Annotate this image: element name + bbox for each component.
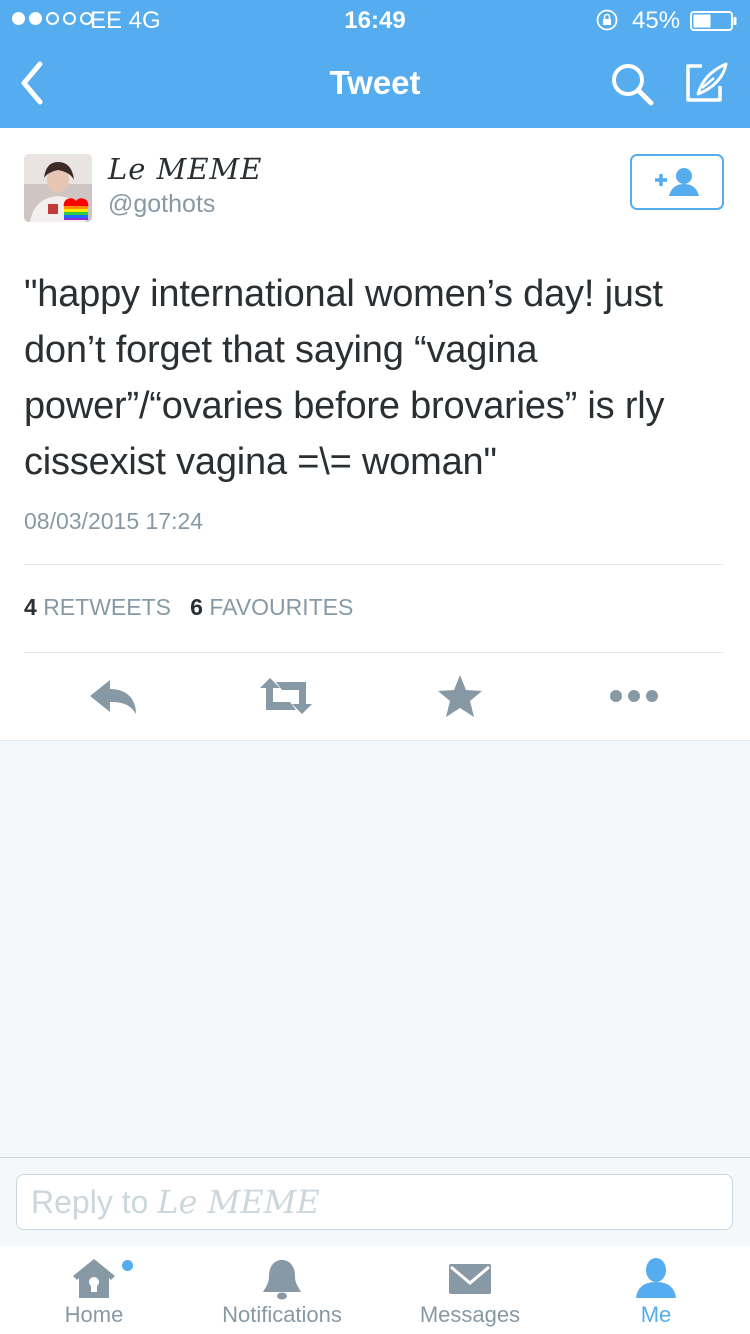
tab-messages[interactable]: Messages [376, 1246, 564, 1334]
avatar[interactable] [24, 154, 92, 222]
tweet-timestamp: 08/03/2015 17:24 [24, 508, 204, 534]
tab-notifications[interactable]: Notifications [188, 1246, 376, 1334]
search-icon[interactable] [608, 60, 656, 108]
tab-home-label: Home [64, 1302, 124, 1327]
tab-notifications-label: Notifications [222, 1302, 342, 1327]
tab-home[interactable]: Home [0, 1246, 188, 1334]
reply-placeholder-name: Le MEME [157, 1183, 320, 1221]
rotation-lock-icon [596, 9, 618, 31]
favourites-count: 6 [190, 594, 203, 620]
author-handle[interactable]: @gothots [108, 190, 215, 219]
compose-icon[interactable] [680, 58, 730, 108]
more-icon[interactable] [604, 672, 664, 720]
favourites-stat[interactable]: 6 FAVOURITES [190, 594, 353, 620]
tab-me[interactable]: Me [562, 1246, 750, 1334]
retweets-count: 4 [24, 594, 37, 620]
person-icon [636, 1258, 676, 1298]
tab-messages-label: Messages [419, 1302, 521, 1327]
battery-icon [690, 11, 737, 31]
tweet-text: "happy international women’s day! just d… [24, 273, 665, 483]
tweet-stats: 4 RETWEETS 6 FAVOURITES [24, 594, 353, 621]
favourite-icon[interactable] [430, 672, 490, 720]
follow-button[interactable] [630, 154, 724, 210]
status-bar: EE 4G 16:49 45% [0, 0, 750, 40]
top-bar: EE 4G 16:49 45% Tweet [0, 0, 750, 128]
home-icon [73, 1259, 115, 1298]
retweet-icon[interactable] [256, 672, 316, 720]
envelope-icon [449, 1264, 491, 1294]
add-user-icon [655, 168, 699, 196]
bell-icon [263, 1260, 301, 1300]
author-name[interactable]: Le MEME [108, 152, 262, 186]
tweet-detail: Le MEME @gothots "happy international wo… [0, 128, 750, 741]
divider [24, 564, 724, 565]
reply-bar: Reply to Le MEME [0, 1157, 750, 1247]
reply-placeholder-prefix: Reply to [31, 1184, 149, 1220]
reply-icon[interactable] [84, 672, 144, 720]
reply-input[interactable]: Reply to Le MEME [16, 1174, 733, 1230]
battery-percentage: 45% [632, 7, 681, 34]
favourites-label: FAVOURITES [209, 594, 354, 620]
retweets-stat[interactable]: 4 RETWEETS [24, 594, 171, 620]
home-notification-dot [122, 1260, 133, 1271]
tab-me-label: Me [640, 1302, 672, 1327]
tab-bar: Home Notifications Messages Me [0, 1246, 750, 1334]
retweets-label: RETWEETS [43, 594, 171, 620]
divider [24, 652, 724, 653]
